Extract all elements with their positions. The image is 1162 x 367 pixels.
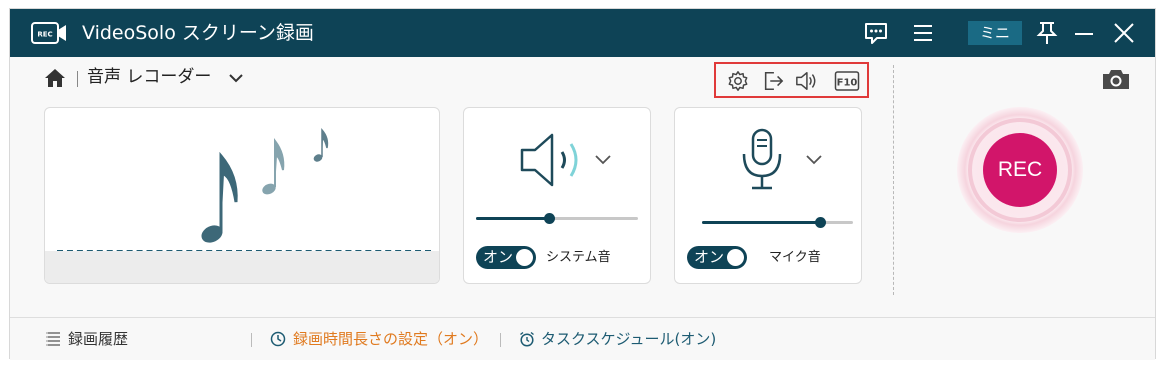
- panel-floor: [45, 251, 439, 283]
- microphone-panel: オン マイク音: [674, 107, 862, 284]
- task-schedule-link[interactable]: タスクスケジュール(オン): [541, 328, 716, 350]
- chevron-down-icon[interactable]: [228, 71, 244, 85]
- settings-icon[interactable]: [726, 70, 750, 92]
- minimize-icon[interactable]: [1071, 20, 1097, 46]
- menu-icon[interactable]: [910, 20, 936, 46]
- rec-button[interactable]: REC: [983, 133, 1057, 207]
- speaker-icon[interactable]: [519, 132, 583, 188]
- footer-bar: 録画履歴 録画時間長さの設定（オン） タスクスケジュール(オン): [10, 318, 1155, 360]
- toggle-label: オン: [694, 248, 725, 266]
- camera-icon[interactable]: [1101, 67, 1131, 91]
- system-sound-toggle[interactable]: オン: [476, 246, 536, 269]
- toggle-knob: [516, 249, 533, 266]
- app-logo-text: REC: [37, 31, 52, 39]
- slider-fill: [702, 221, 820, 224]
- svg-text:F10: F10: [837, 78, 858, 89]
- alarm-icon: [520, 331, 534, 347]
- toggle-knob: [727, 249, 744, 266]
- system-sound-label: システム音: [546, 250, 611, 265]
- chevron-down-icon[interactable]: [804, 152, 824, 166]
- clock-icon: [270, 331, 286, 347]
- chevron-down-icon[interactable]: [593, 152, 613, 166]
- recorder-mode-label[interactable]: 音声 レコーダー: [87, 65, 211, 89]
- system-volume-slider[interactable]: [476, 213, 638, 224]
- app-title: VideoSolo スクリーン録画: [82, 22, 314, 44]
- mode-separator: [77, 71, 78, 87]
- system-sound-panel: オン システム音: [463, 107, 651, 284]
- toolbar-highlight-box: F10: [714, 62, 869, 98]
- microphone-volume-slider[interactable]: [702, 217, 853, 228]
- recording-duration-setting-link[interactable]: 録画時間長さの設定（オン）: [293, 328, 488, 350]
- footer-separator: [251, 333, 252, 347]
- export-icon[interactable]: [761, 70, 785, 92]
- speaker-icon[interactable]: [794, 70, 818, 92]
- feedback-icon[interactable]: [863, 20, 889, 46]
- toggle-label: オン: [483, 248, 514, 266]
- microphone-label: マイク音: [769, 250, 821, 265]
- microphone-icon[interactable]: [739, 128, 785, 192]
- music-notes-icon: [201, 128, 329, 243]
- footer-separator: [500, 333, 501, 347]
- list-icon: [46, 332, 60, 346]
- slider-fill: [476, 217, 549, 220]
- recording-history-link[interactable]: 録画履歴: [68, 328, 128, 350]
- hotkey-icon[interactable]: F10: [834, 70, 860, 92]
- home-icon[interactable]: [44, 68, 66, 88]
- section-divider: [893, 65, 894, 295]
- audio-preview-panel: [44, 107, 440, 284]
- app-logo-icon: REC: [31, 22, 66, 44]
- mini-mode-button[interactable]: ミニ: [968, 21, 1022, 45]
- slider-knob[interactable]: [543, 213, 555, 224]
- slider-knob[interactable]: [814, 217, 826, 228]
- pin-icon[interactable]: [1034, 20, 1060, 46]
- app-window: REC VideoSolo スクリーン録画 ミニ 音声 レコーダー F10 オン…: [9, 8, 1156, 360]
- title-bar: REC VideoSolo スクリーン録画 ミニ: [10, 9, 1155, 57]
- microphone-toggle[interactable]: オン: [687, 246, 747, 269]
- close-icon[interactable]: [1111, 20, 1137, 46]
